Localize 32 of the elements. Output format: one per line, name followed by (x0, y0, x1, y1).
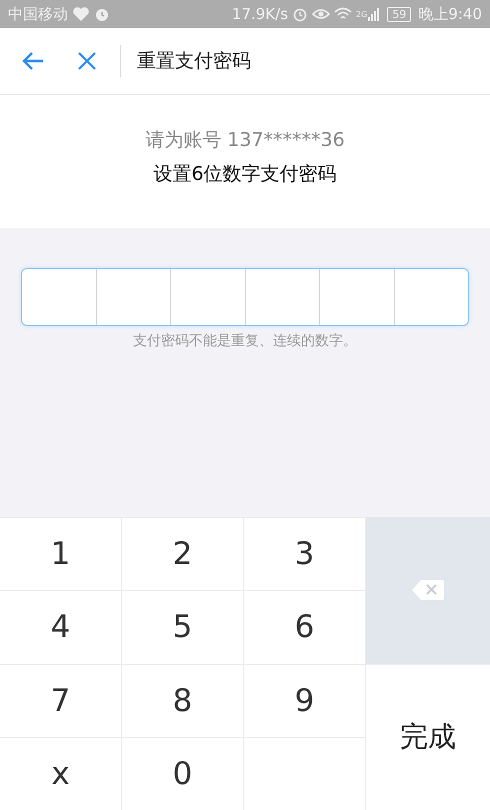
digit-key[interactable]: 7 (0, 664, 122, 737)
signal-icon (368, 7, 380, 21)
backspace-icon (411, 579, 445, 602)
wifi-icon (334, 7, 352, 21)
close-icon (77, 51, 97, 71)
account-prompt: 请为账号 137******36 (145, 128, 345, 153)
alarm-icon (94, 6, 110, 22)
network-speed: 17.9K/s (232, 5, 288, 23)
digit-key[interactable]: 6 (244, 590, 366, 664)
battery-level: 59 (387, 6, 412, 22)
network-type: 2G (356, 10, 368, 18)
heart-icon (72, 6, 90, 22)
digit-key[interactable]: 0 (122, 736, 244, 810)
digit-key[interactable]: 3 (244, 517, 366, 590)
close-button[interactable] (76, 51, 98, 71)
digit-key[interactable]: 4 (0, 590, 122, 664)
password-field[interactable] (21, 268, 469, 326)
back-button[interactable] (20, 51, 46, 71)
digit-key[interactable]: 9 (244, 664, 366, 737)
digit-key[interactable]: x (0, 736, 122, 810)
password-hint: 支付密码不能是重复、连续的数字。 (133, 332, 357, 350)
digit-key[interactable]: 1 (0, 517, 122, 590)
page-title: 重置支付密码 (137, 49, 251, 74)
alarm-icon (292, 6, 308, 22)
eye-icon (312, 7, 330, 21)
digit-key[interactable]: 8 (122, 664, 244, 737)
instruction-text: 设置6位数字支付密码 (153, 162, 337, 187)
back-arrow-icon (21, 51, 45, 71)
carrier-name: 中国移动 (8, 4, 68, 24)
digit-key[interactable]: 5 (122, 590, 244, 664)
clock: 晚上9:40 (418, 4, 482, 24)
digit-key[interactable]: 2 (122, 517, 244, 590)
